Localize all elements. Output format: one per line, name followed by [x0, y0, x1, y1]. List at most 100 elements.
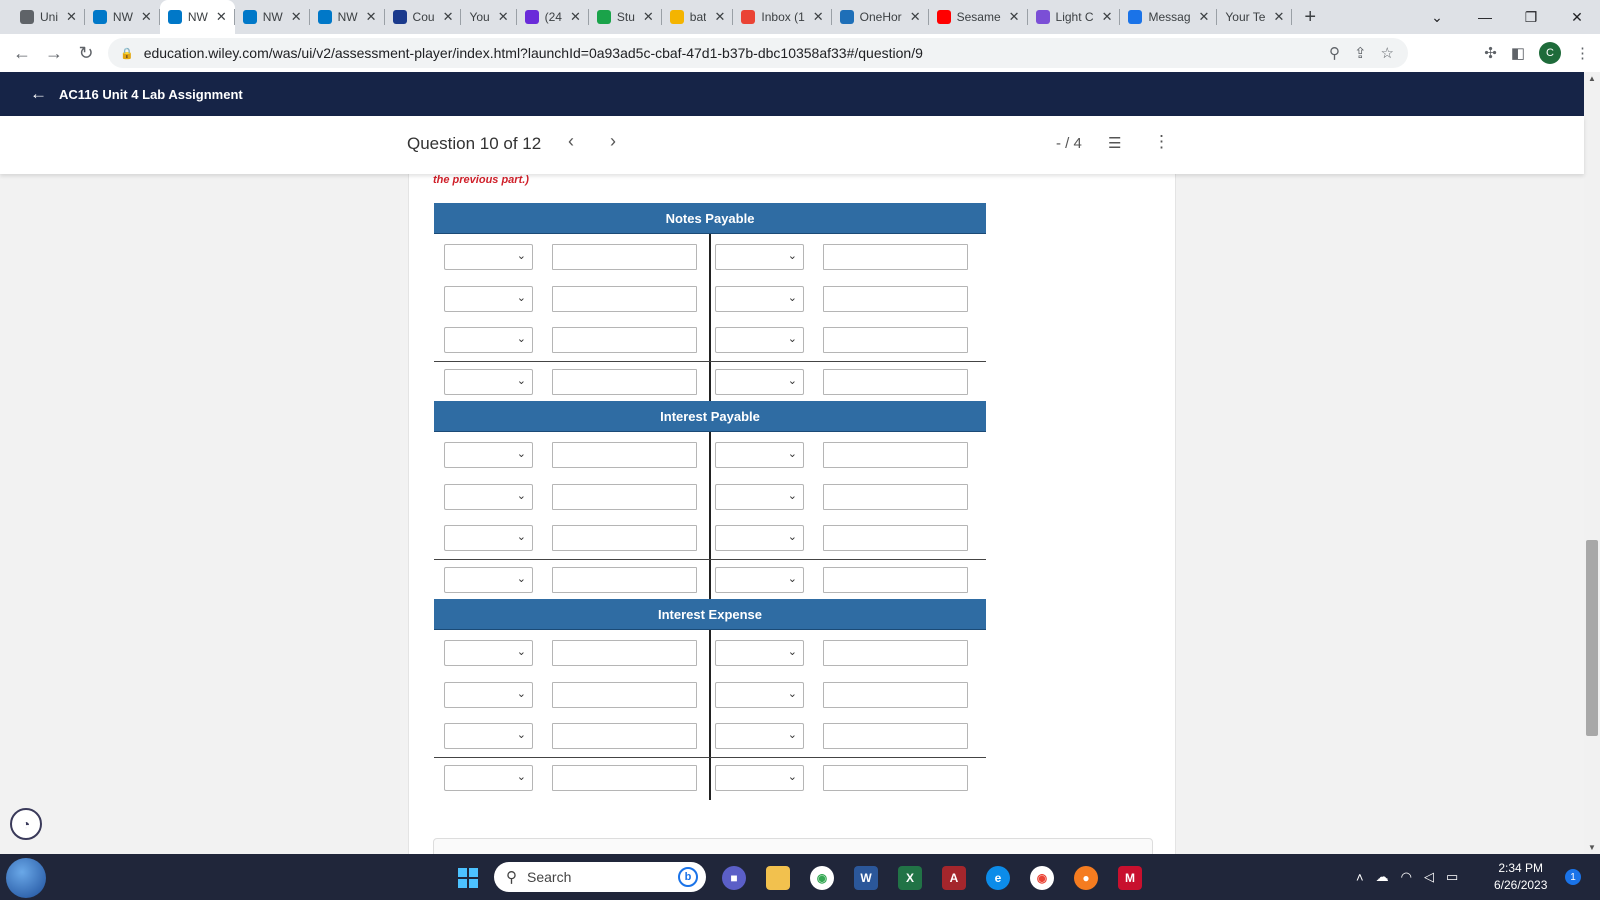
share-icon[interactable]: ⇪	[1354, 44, 1367, 62]
scroll-thumb[interactable]	[1586, 540, 1598, 736]
debit-amount-input[interactable]	[552, 442, 697, 468]
file-explorer-icon[interactable]	[766, 866, 790, 890]
close-tab-icon[interactable]: ✕	[443, 9, 454, 25]
cookie-settings-icon[interactable]: ◔	[10, 808, 42, 840]
browser-tab[interactable]: bat ✕	[662, 0, 734, 34]
taskbar-search[interactable]: ⚲ Search b	[494, 862, 706, 892]
debit-amount-input[interactable]	[552, 327, 697, 353]
close-tab-icon[interactable]: ✕	[498, 9, 509, 25]
credit-amount-input[interactable]	[823, 244, 968, 270]
browser-tab[interactable]: Your Te ✕	[1217, 0, 1293, 34]
credit-amount-input[interactable]	[823, 369, 968, 395]
chrome-icon[interactable]: ◉	[810, 866, 834, 890]
close-tab-icon[interactable]: ✕	[1199, 9, 1210, 25]
credit-amount-input[interactable]	[823, 567, 968, 593]
debit-amount-input[interactable]	[552, 369, 697, 395]
browser-tab[interactable]: Cou ✕	[385, 0, 462, 34]
browser-tab[interactable]: (24 ✕	[517, 0, 589, 34]
word-icon[interactable]: W	[854, 866, 878, 890]
start-menu-orb-icon[interactable]	[6, 858, 46, 898]
credit-entry-select[interactable]: ⌄	[715, 286, 804, 312]
browser-tab[interactable]: Light C ✕	[1028, 0, 1121, 34]
debit-amount-input[interactable]	[552, 640, 697, 666]
restore-button[interactable]: ❐	[1508, 0, 1554, 34]
app-orange-icon[interactable]: ●	[1074, 866, 1098, 890]
question-list-icon[interactable]: ☰	[1108, 134, 1121, 152]
credit-entry-select[interactable]: ⌄	[715, 765, 804, 791]
browser-tab[interactable]: Uni ✕	[12, 0, 85, 34]
volume-icon[interactable]: ◁	[1424, 869, 1434, 885]
browser-tab[interactable]: OneHor ✕	[832, 0, 929, 34]
debit-amount-input[interactable]	[552, 567, 697, 593]
close-tab-icon[interactable]: ✕	[291, 9, 302, 25]
reload-icon[interactable]: ↻	[70, 43, 102, 64]
next-question-chevron-icon[interactable]: ›	[610, 131, 616, 152]
debit-entry-select[interactable]: ⌄	[444, 369, 533, 395]
close-tab-icon[interactable]: ✕	[570, 9, 581, 25]
credit-entry-select[interactable]: ⌄	[715, 640, 804, 666]
access-icon[interactable]: A	[942, 866, 966, 890]
credit-amount-input[interactable]	[823, 682, 968, 708]
teams-chat-icon[interactable]: ■	[722, 866, 746, 890]
more-options-icon[interactable]: ⋮	[1153, 132, 1170, 152]
debit-amount-input[interactable]	[552, 682, 697, 708]
debit-entry-select[interactable]: ⌄	[444, 525, 533, 551]
close-tab-icon[interactable]: ✕	[216, 9, 227, 25]
debit-amount-input[interactable]	[552, 484, 697, 510]
debit-entry-select[interactable]: ⌄	[444, 682, 533, 708]
scroll-down-arrow-icon[interactable]: ▼	[1588, 843, 1596, 852]
tab-search-icon[interactable]: ⌄	[1414, 0, 1460, 34]
close-tab-icon[interactable]: ✕	[813, 9, 824, 25]
browser-tab[interactable]: NW ✕	[310, 0, 385, 34]
browser-tab[interactable]: Stu ✕	[589, 0, 662, 34]
debit-amount-input[interactable]	[552, 765, 697, 791]
credit-entry-select[interactable]: ⌄	[715, 567, 804, 593]
debit-entry-select[interactable]: ⌄	[444, 723, 533, 749]
tray-overflow-icon[interactable]: ˄	[1356, 870, 1364, 885]
debit-amount-input[interactable]	[552, 286, 697, 312]
credit-entry-select[interactable]: ⌄	[715, 244, 804, 270]
notification-badge[interactable]: 1	[1565, 869, 1581, 885]
credit-entry-select[interactable]: ⌄	[715, 484, 804, 510]
minimize-button[interactable]: —	[1462, 0, 1508, 34]
extensions-puzzle-icon[interactable]: ✣	[1484, 44, 1497, 62]
debit-amount-input[interactable]	[552, 525, 697, 551]
mcafee-icon[interactable]: M	[1118, 866, 1142, 890]
debit-entry-select[interactable]: ⌄	[444, 442, 533, 468]
close-tab-icon[interactable]: ✕	[910, 9, 921, 25]
browser-tab[interactable]: NW ✕	[85, 0, 160, 34]
debit-entry-select[interactable]: ⌄	[444, 244, 533, 270]
new-tab-button[interactable]: +	[1304, 6, 1316, 29]
close-tab-icon[interactable]: ✕	[366, 9, 377, 25]
wifi-icon[interactable]: ◠	[1401, 869, 1412, 885]
credit-amount-input[interactable]	[823, 723, 968, 749]
debit-amount-input[interactable]	[552, 244, 697, 270]
close-tab-icon[interactable]: ✕	[714, 9, 725, 25]
browser-menu-icon[interactable]: ⋮	[1575, 44, 1590, 62]
taskbar-clock[interactable]: 2:34 PM 6/26/2023	[1494, 860, 1547, 894]
windows-start-icon[interactable]	[458, 868, 478, 888]
credit-entry-select[interactable]: ⌄	[715, 442, 804, 468]
battery-icon[interactable]: ▭	[1446, 869, 1458, 885]
debit-entry-select[interactable]: ⌄	[444, 567, 533, 593]
debit-entry-select[interactable]: ⌄	[444, 484, 533, 510]
close-window-button[interactable]: ✕	[1554, 0, 1600, 34]
debit-entry-select[interactable]: ⌄	[444, 640, 533, 666]
browser-tab[interactable]: NW ✕	[159, 0, 235, 34]
debit-amount-input[interactable]	[552, 723, 697, 749]
credit-amount-input[interactable]	[823, 442, 968, 468]
credit-amount-input[interactable]	[823, 484, 968, 510]
credit-amount-input[interactable]	[823, 640, 968, 666]
credit-amount-input[interactable]	[823, 765, 968, 791]
previous-question-chevron-icon[interactable]: ‹	[568, 131, 574, 152]
credit-amount-input[interactable]	[823, 525, 968, 551]
scroll-up-arrow-icon[interactable]: ▲	[1588, 74, 1596, 83]
zoom-icon[interactable]: ⚲	[1329, 44, 1340, 62]
chrome-profile-icon[interactable]: ◉	[1030, 866, 1054, 890]
credit-entry-select[interactable]: ⌄	[715, 682, 804, 708]
credit-amount-input[interactable]	[823, 286, 968, 312]
browser-tab[interactable]: Messag ✕	[1120, 0, 1218, 34]
close-tab-icon[interactable]: ✕	[1102, 9, 1113, 25]
debit-entry-select[interactable]: ⌄	[444, 327, 533, 353]
excel-icon[interactable]: X	[898, 866, 922, 890]
